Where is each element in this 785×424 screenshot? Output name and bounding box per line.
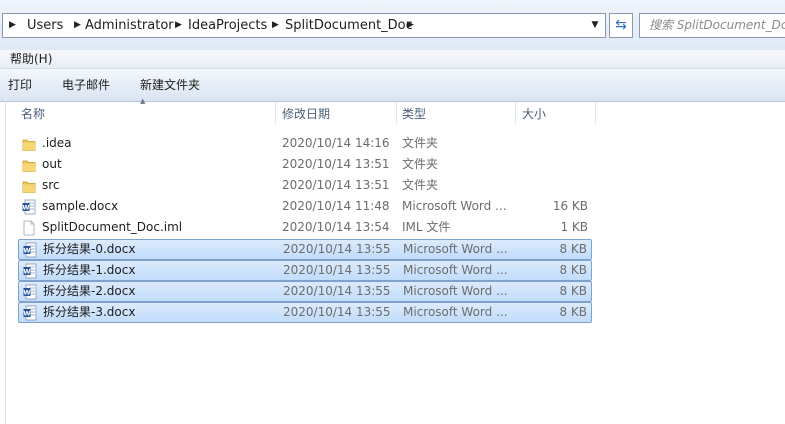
file-type: Microsoft Word ... (403, 284, 508, 298)
word-doc-icon: W (22, 199, 36, 215)
folder-icon (22, 136, 36, 152)
svg-text:W: W (23, 268, 30, 276)
svg-text:W: W (23, 247, 30, 255)
file-type: Microsoft Word ... (403, 263, 508, 277)
menu-bar: 帮助(H) (0, 50, 785, 69)
file-name: src (42, 178, 60, 192)
breadcrumb-splitdocument-doc[interactable]: SplitDocument_Doc (285, 14, 413, 37)
word-doc-icon: W (23, 242, 37, 258)
file-row[interactable]: .idea 2020/10/14 14:16 文件夹 (18, 134, 592, 155)
email-button[interactable]: 电子邮件 (62, 77, 110, 93)
file-size: 8 KB (559, 263, 587, 277)
file-name: 拆分结果-1.docx (43, 263, 136, 277)
file-row[interactable]: W 拆分结果-2.docx 2020/10/14 13:55 Microsoft Wo… (18, 281, 592, 302)
svg-text:W: W (23, 289, 30, 297)
file-type: IML 文件 (402, 220, 451, 234)
file-date-modified: 2020/10/14 13:55 (283, 263, 391, 277)
file-name: sample.docx (42, 199, 119, 213)
file-row[interactable]: src 2020/10/14 13:51 文件夹 (18, 176, 592, 197)
column-divider[interactable] (515, 102, 516, 124)
file-row[interactable]: W 拆分结果-0.docx 2020/10/14 13:55 Microsoft Wo… (18, 239, 592, 260)
file-size: 8 KB (559, 305, 587, 319)
folder-icon (22, 157, 36, 173)
file-date-modified: 2020/10/14 14:16 (282, 136, 390, 150)
word-doc-icon: W (23, 284, 37, 300)
svg-text:W: W (22, 204, 29, 212)
column-divider[interactable] (396, 102, 397, 124)
address-dropdown-icon[interactable]: ▼ (588, 14, 602, 37)
address-bar-row: ▶ Users ▶ Administrator ▶ IdeaProjects ▶… (0, 0, 785, 50)
word-doc-icon: W (23, 305, 37, 321)
column-header-size[interactable]: 大小 (522, 104, 546, 124)
print-button[interactable]: 打印 (8, 77, 32, 93)
file-name: SplitDocument_Doc.iml (42, 220, 183, 234)
file-size: 1 KB (560, 220, 588, 234)
file-type: 文件夹 (402, 157, 439, 171)
column-divider[interactable] (595, 102, 596, 124)
menu-help[interactable]: 帮助(H) (10, 51, 52, 67)
file-type: 文件夹 (402, 178, 439, 192)
chevron-right-icon[interactable]: ▶ (9, 14, 16, 37)
column-header-name[interactable]: 名称 (21, 104, 45, 124)
file-date-modified: 2020/10/14 13:51 (282, 157, 390, 171)
breadcrumb-administrator[interactable]: Administrator (85, 14, 174, 37)
file-date-modified: 2020/10/14 13:54 (282, 220, 390, 234)
refresh-button[interactable]: ⇆ (609, 13, 633, 38)
file-row[interactable]: out 2020/10/14 13:51 文件夹 (18, 155, 592, 176)
chevron-right-icon[interactable]: ▶ (407, 14, 414, 37)
breadcrumb-users[interactable]: Users (27, 14, 63, 37)
folder-icon (22, 178, 36, 194)
file-name: out (42, 157, 62, 171)
file-row[interactable]: SplitDocument_Doc.iml 2020/10/14 13:54 IML… (18, 218, 592, 239)
file-name: 拆分结果-0.docx (43, 242, 136, 256)
sort-ascending-icon: ▲ (140, 97, 146, 105)
pane-divider (5, 101, 6, 424)
file-name: .idea (42, 136, 72, 150)
file-date-modified: 2020/10/14 13:55 (283, 284, 391, 298)
file-type: 文件夹 (402, 136, 439, 150)
search-input[interactable]: 搜索 SplitDocument_Doc (639, 13, 785, 38)
file-size: 8 KB (559, 284, 587, 298)
file-type: Microsoft Word ... (403, 305, 508, 319)
column-divider[interactable] (275, 102, 276, 124)
new-folder-button[interactable]: 新建文件夹 (140, 77, 200, 93)
chevron-right-icon[interactable]: ▶ (74, 14, 81, 37)
file-row[interactable]: W 拆分结果-1.docx 2020/10/14 13:55 Microsoft Wo… (18, 260, 592, 281)
breadcrumb-ideaprojects[interactable]: IdeaProjects (188, 14, 267, 37)
svg-text:W: W (23, 310, 30, 318)
word-doc-icon: W (23, 263, 37, 279)
file-name: 拆分结果-2.docx (43, 284, 136, 298)
file-type: Microsoft Word ... (403, 242, 508, 256)
file-type: Microsoft Word ... (402, 199, 507, 213)
command-toolbar: 打印 电子邮件 新建文件夹 (0, 69, 785, 102)
blank-file-icon (22, 220, 36, 236)
file-date-modified: 2020/10/14 13:51 (282, 178, 390, 192)
column-header-date[interactable]: 修改日期 (282, 104, 330, 124)
file-date-modified: 2020/10/14 13:55 (283, 305, 391, 319)
column-header-type[interactable]: 类型 (402, 104, 426, 124)
file-size: 8 KB (559, 242, 587, 256)
file-row[interactable]: Wsample.docx 2020/10/14 11:48 Microsoft Wo… (18, 197, 592, 218)
file-size: 16 KB (552, 199, 588, 213)
file-row[interactable]: W 拆分结果-3.docx 2020/10/14 13:55 Microsoft Wo… (18, 302, 592, 323)
file-date-modified: 2020/10/14 13:55 (283, 242, 391, 256)
chevron-right-icon[interactable]: ▶ (272, 14, 279, 37)
file-date-modified: 2020/10/14 11:48 (282, 199, 390, 213)
address-bar[interactable]: ▶ Users ▶ Administrator ▶ IdeaProjects ▶… (2, 13, 606, 38)
chevron-right-icon[interactable]: ▶ (175, 14, 182, 37)
file-name: 拆分结果-3.docx (43, 305, 136, 319)
refresh-icon: ⇆ (615, 17, 627, 33)
